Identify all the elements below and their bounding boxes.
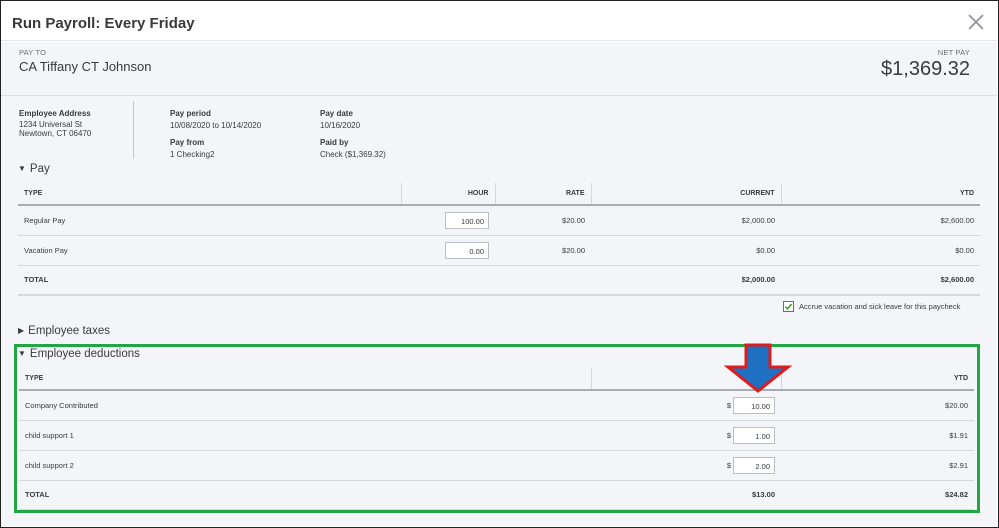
employee-address-label: Employee Address [19, 109, 91, 118]
pay-table: TYPE HOUR RATE CURRENT YTD Regular Pay 1… [18, 183, 980, 296]
table-row: child support 1 $1.00 $1.91 [19, 420, 974, 451]
total-label: TOTAL [18, 264, 401, 296]
pay-type: Vacation Pay [18, 235, 401, 266]
table-row: Vacation Pay 0.00 $20.00 $0.00 $0.00 [18, 235, 980, 266]
pay-date-label: Pay date [320, 109, 353, 118]
total-ytd: $2,600.00 [781, 264, 980, 296]
paid-by-label: Paid by [320, 138, 349, 147]
deduction-ytd: $20.00 [781, 390, 974, 421]
dollar-sign: $ [726, 430, 731, 440]
employee-deductions-toggle[interactable]: ▼ Employee deductions [18, 348, 140, 360]
col-ytd: YTD [781, 183, 980, 206]
pay-current: $2,000.00 [591, 205, 781, 236]
accrue-checkbox[interactable] [783, 301, 794, 312]
checkmark-icon [784, 303, 793, 310]
deduction-type: child support 2 [19, 450, 591, 481]
pay-from-value: 1 Checking2 [170, 150, 215, 159]
pay-to-label: PAY TO [19, 48, 47, 57]
employee-taxes-title: Employee taxes [28, 325, 110, 337]
table-row: child support 2 $2.00 $2.91 [19, 450, 974, 481]
total-current: $13.00 [591, 479, 781, 511]
address-line-1: 1234 Universal St [19, 120, 83, 129]
pay-date-value: 10/16/2020 [320, 121, 361, 130]
pay-section-title: Pay [29, 163, 50, 175]
paid-by-value: Check ($1,369.32) [320, 150, 386, 159]
hours-input[interactable]: 100.00 [445, 211, 489, 229]
table-row: Company Contributed $10.00 $20.00 [19, 390, 974, 421]
info-divider [133, 101, 134, 159]
employee-name: CA Tiffany CT Johnson [19, 59, 152, 74]
down-arrow-icon [724, 343, 792, 393]
dollar-sign: $ [726, 460, 731, 470]
total-current: $2,000.00 [591, 264, 781, 296]
col-type: TYPE [19, 368, 592, 391]
deduction-amount-input[interactable]: 2.00 [733, 456, 775, 474]
dialog-title: Run Payroll: Every Friday [12, 15, 195, 32]
dialog-header: Run Payroll: Every Friday [1, 1, 997, 41]
pay-period-label: Pay period [170, 109, 211, 118]
deduction-amount-input[interactable]: 1.00 [733, 426, 775, 444]
caret-down-icon: ▼ [18, 349, 26, 358]
accrue-label: Accrue vacation and sick leave for this … [799, 302, 961, 311]
pay-ytd: $2,600.00 [781, 205, 980, 236]
total-label: TOTAL [19, 479, 591, 511]
hours-input[interactable]: 0.00 [445, 241, 489, 259]
paycheck-info: Employee Address 1234 Universal St Newto… [1, 96, 997, 166]
address-line-2: Newtown, CT 06470 [19, 129, 92, 138]
table-row: Regular Pay 100.00 $20.00 $2,000.00 $2,6… [18, 205, 980, 236]
pay-from-label: Pay from [170, 138, 205, 147]
pay-table-header: TYPE HOUR RATE CURRENT YTD [18, 183, 980, 206]
dollar-sign: $ [726, 400, 731, 410]
pay-rate: $20.00 [495, 205, 591, 236]
pay-rate: $20.00 [495, 235, 591, 266]
deduction-amount-input[interactable]: 10.00 [733, 396, 775, 414]
deduction-ytd: $2.91 [781, 450, 974, 481]
deduction-ytd: $1.91 [781, 420, 974, 451]
deduction-type: Company Contributed [19, 390, 591, 421]
net-pay-label: NET PAY [937, 48, 970, 57]
col-current: CURRENT [591, 183, 782, 206]
employee-deductions-title: Employee deductions [29, 348, 140, 360]
pay-type: Regular Pay [18, 205, 401, 236]
deduction-type: child support 1 [19, 420, 591, 451]
col-type: TYPE [18, 183, 402, 206]
pay-current: $0.00 [591, 235, 781, 266]
caret-down-icon: ▼ [18, 164, 26, 173]
deductions-table-header: TYPE YTD [19, 368, 974, 391]
pay-total-row: TOTAL $2,000.00 $2,600.00 [18, 264, 980, 296]
close-icon[interactable] [967, 13, 985, 31]
pay-ytd: $0.00 [781, 235, 980, 266]
col-hour: HOUR [401, 183, 496, 206]
net-pay-amount: $1,369.32 [881, 58, 970, 80]
deductions-table: TYPE YTD Company Contributed $10.00 $20.… [19, 368, 974, 511]
pay-to-bar: PAY TO CA Tiffany CT Johnson NET PAY $1,… [1, 42, 997, 96]
col-ytd: YTD [781, 368, 974, 391]
pay-period-value: 10/08/2020 to 10/14/2020 [170, 121, 262, 130]
col-rate: RATE [495, 183, 592, 206]
deductions-total-row: TOTAL $13.00 $24.82 [19, 479, 974, 511]
total-ytd: $24.82 [781, 479, 974, 511]
caret-right-icon: ▶ [18, 326, 25, 335]
pay-section-toggle[interactable]: ▼ Pay [18, 163, 50, 175]
employee-taxes-toggle[interactable]: ▶ Employee taxes [18, 325, 110, 337]
